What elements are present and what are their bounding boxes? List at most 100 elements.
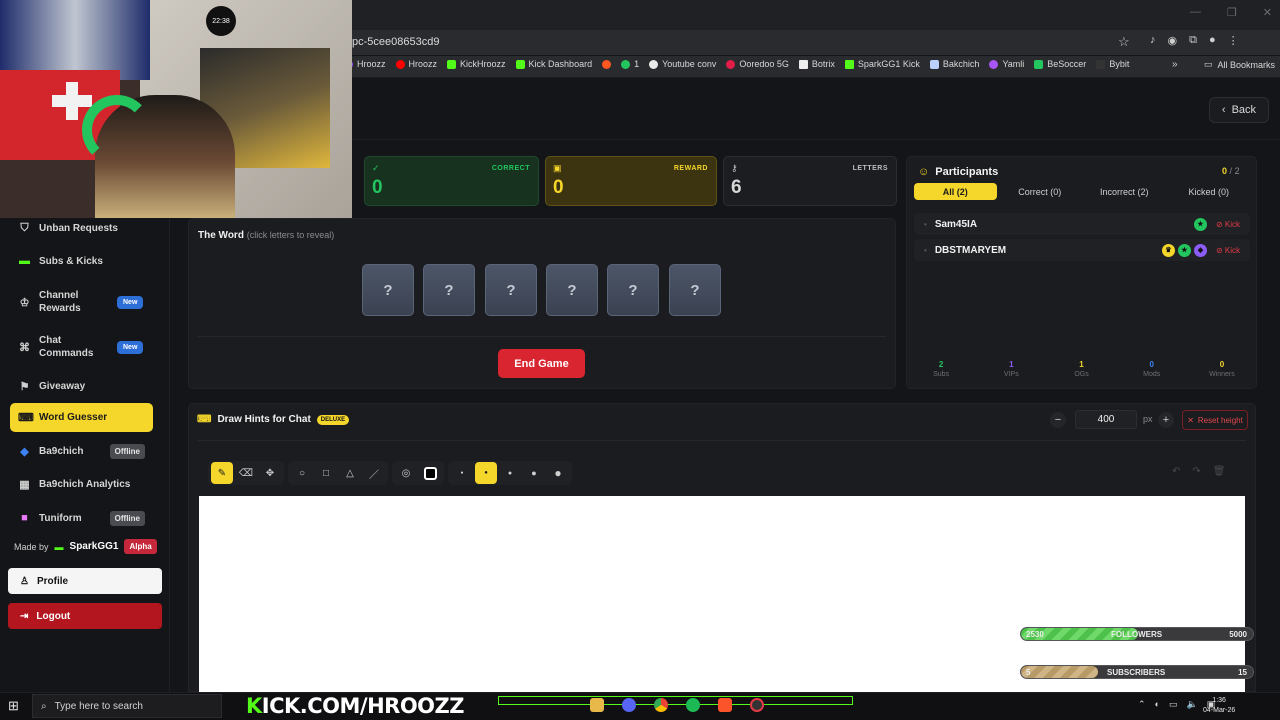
reset-height-button[interactable]: ✕ Reset height bbox=[1182, 410, 1248, 430]
logout-button[interactable]: ⇥ Logout bbox=[8, 603, 162, 629]
bookmark-favicon-icon bbox=[515, 59, 525, 69]
tab-kicked[interactable]: Kicked (0) bbox=[1168, 183, 1251, 200]
bullet-icon: • bbox=[924, 219, 927, 229]
tab-all[interactable]: All (2) bbox=[914, 183, 997, 200]
stat-card-letters: ⚷ LETTERS 6 bbox=[723, 156, 897, 206]
letter-tile[interactable]: ? bbox=[546, 264, 598, 316]
menu-kebab-icon[interactable]: ⋮ bbox=[1228, 34, 1239, 47]
profile-avatar-icon[interactable]: ● bbox=[1209, 34, 1216, 47]
brush-size-xs-icon[interactable]: ● bbox=[451, 462, 473, 484]
sidebar-item-word-guesser[interactable]: ⌨ Word Guesser bbox=[10, 403, 153, 432]
tab-incorrect[interactable]: Incorrect (2) bbox=[1083, 183, 1166, 200]
decrease-height-button[interactable]: − bbox=[1050, 412, 1066, 428]
kick-button[interactable]: ⊘ Kick bbox=[1216, 246, 1240, 255]
brush-size-lg-icon[interactable]: ● bbox=[523, 462, 545, 484]
close-icon: ✕ bbox=[1187, 415, 1194, 425]
line-icon[interactable]: ／ bbox=[363, 462, 385, 484]
bookmark-favicon-icon bbox=[798, 59, 808, 69]
bookmark-item[interactable] bbox=[602, 59, 612, 69]
obs-icon[interactable] bbox=[750, 698, 764, 712]
gift-icon: ⚑ bbox=[19, 380, 30, 393]
move-icon[interactable]: ✥ bbox=[259, 462, 281, 484]
discord-icon[interactable] bbox=[622, 698, 636, 712]
palette-icon[interactable]: ◎ bbox=[395, 462, 417, 484]
bookmark-star-icon[interactable]: ☆ bbox=[1118, 34, 1130, 50]
letter-tile[interactable]: ? bbox=[669, 264, 721, 316]
letter-tile[interactable]: ? bbox=[485, 264, 537, 316]
drawing-canvas[interactable] bbox=[199, 496, 1245, 692]
bookmark-item[interactable]: Youtube conv bbox=[649, 59, 716, 69]
circle-icon[interactable]: ○ bbox=[291, 462, 313, 484]
bookmark-item[interactable]: SparkGG1 Kick bbox=[844, 59, 920, 69]
tool-group-shapes: ○ □ △ ／ bbox=[288, 461, 388, 485]
participant-stats: 2 Subs 1 VIPs 1 OGs 0 Mods 0 Winners bbox=[906, 360, 1257, 386]
taskbar-clock[interactable]: 1:36 04-Mar-26 bbox=[1203, 696, 1235, 716]
stat-value: 0 bbox=[553, 177, 564, 198]
chevron-up-icon[interactable]: ⌃ bbox=[1138, 699, 1146, 710]
bookmarks-overflow-icon[interactable]: » bbox=[1172, 59, 1178, 70]
bookmark-item[interactable]: Kick Dashboard bbox=[515, 59, 592, 69]
bookmark-item[interactable]: Bakchich bbox=[929, 59, 979, 69]
letter-tile[interactable]: ? bbox=[423, 264, 475, 316]
trash-icon[interactable]: 🗑 bbox=[1213, 466, 1226, 477]
gift-icon: ▣ bbox=[553, 163, 562, 173]
sidebar-item-chat-commands[interactable]: ⌘ Chat Commands New bbox=[10, 331, 153, 363]
spotify-icon[interactable] bbox=[686, 698, 700, 712]
kick-button[interactable]: ⊘ Kick bbox=[1216, 220, 1240, 229]
back-button[interactable]: ‹ Back bbox=[1209, 97, 1269, 123]
extension-icon[interactable]: ◉ bbox=[1168, 34, 1178, 47]
bookmark-item[interactable]: Ooredoo 5G bbox=[726, 59, 789, 69]
file-explorer-icon[interactable] bbox=[590, 698, 604, 712]
color-swatch-icon[interactable] bbox=[419, 462, 441, 484]
sidebar-item-ba9chich[interactable]: ◆ Ba9chich Offline bbox=[10, 436, 153, 466]
profile-button[interactable]: ♙ Profile bbox=[8, 568, 162, 594]
extension-icon[interactable]: ♪ bbox=[1150, 34, 1156, 47]
sidebar-item-tuniform[interactable]: ■ Tuniform Offline bbox=[10, 503, 153, 533]
minimize-icon[interactable]: — bbox=[1190, 6, 1201, 19]
bookmark-favicon-icon bbox=[844, 59, 854, 69]
tool-group-basic: ✎ ⌫ ✥ bbox=[208, 461, 284, 485]
brand-name[interactable]: SparkGG1 bbox=[70, 541, 119, 552]
rectangle-icon[interactable]: □ bbox=[315, 462, 337, 484]
triangle-icon[interactable]: △ bbox=[339, 462, 361, 484]
all-bookmarks-button[interactable]: ▭ All Bookmarks bbox=[1204, 59, 1275, 70]
bookmark-item[interactable]: KickHroozz bbox=[447, 59, 506, 69]
letter-tile[interactable]: ? bbox=[362, 264, 414, 316]
bookmark-item[interactable]: Hroozz bbox=[395, 59, 437, 69]
drawing-toolbar: ✎ ⌫ ✥ ○ □ △ ／ ◎ ● ● ● ● ● bbox=[208, 461, 572, 485]
sidebar-item-giveaway[interactable]: ⚑ Giveaway bbox=[10, 371, 153, 401]
pencil-icon[interactable]: ✎ bbox=[211, 462, 233, 484]
sidebar-item-ba9chich-analytics[interactable]: ▦ Ba9chich Analytics bbox=[10, 469, 153, 499]
chrome-icon[interactable] bbox=[654, 698, 668, 712]
increase-height-button[interactable]: + bbox=[1158, 412, 1174, 428]
redo-icon[interactable]: ↷ bbox=[1192, 466, 1200, 477]
bookmark-item[interactable]: Yamli bbox=[989, 59, 1024, 69]
windows-start-icon[interactable]: ⊞ bbox=[8, 698, 19, 714]
taskbar-search[interactable]: ⌕ Type here to search bbox=[32, 694, 222, 718]
sidebar-item-channel-rewards[interactable]: ♔ Channel Rewards New bbox=[10, 286, 153, 318]
brush-size-xl-icon[interactable]: ● bbox=[547, 462, 569, 484]
sidebar-item-subs-kicks[interactable]: ▬ Subs & Kicks bbox=[10, 246, 153, 276]
maximize-icon[interactable]: ❐ bbox=[1227, 6, 1237, 19]
participants-count: 0 / 2 bbox=[1222, 166, 1240, 176]
url-text[interactable]: pc-5cee08653cd9 bbox=[352, 36, 439, 48]
brush-size-sm-icon[interactable]: ● bbox=[475, 462, 497, 484]
network-icon[interactable]: ◐ bbox=[1155, 699, 1160, 710]
bookmark-item[interactable]: Botrix bbox=[798, 59, 835, 69]
bookmark-item[interactable]: Bybit bbox=[1096, 59, 1129, 69]
letter-tile[interactable]: ? bbox=[607, 264, 659, 316]
bookmark-item[interactable]: 1 bbox=[621, 59, 639, 69]
brave-icon[interactable] bbox=[718, 698, 732, 712]
wifi-icon[interactable]: ▭ bbox=[1169, 699, 1178, 710]
tab-correct[interactable]: Correct (0) bbox=[999, 183, 1082, 200]
brush-size-md-icon[interactable]: ● bbox=[499, 462, 521, 484]
end-game-button[interactable]: End Game bbox=[498, 349, 585, 378]
undo-icon[interactable]: ↶ bbox=[1172, 466, 1180, 477]
eraser-icon[interactable]: ⌫ bbox=[235, 462, 257, 484]
close-icon[interactable]: ✕ bbox=[1263, 6, 1272, 19]
height-input[interactable]: 400 bbox=[1075, 410, 1137, 429]
bookmark-item[interactable]: BeSoccer bbox=[1034, 59, 1086, 69]
puzzle-icon[interactable]: ⧉ bbox=[1189, 34, 1197, 47]
tool-group-color: ◎ bbox=[392, 461, 444, 485]
volume-icon[interactable]: 🔈 bbox=[1187, 699, 1198, 710]
